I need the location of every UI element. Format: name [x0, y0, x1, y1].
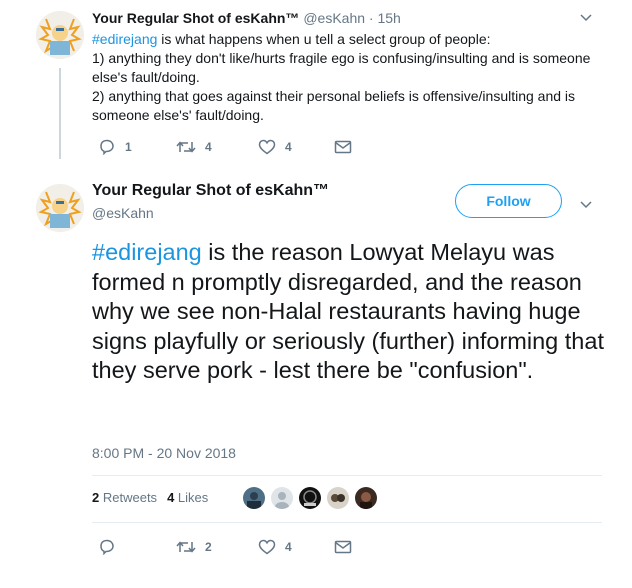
- retweet-count: 4: [205, 140, 212, 154]
- chevron-down-icon[interactable]: [580, 197, 592, 212]
- handle[interactable]: @esKahn: [303, 10, 365, 26]
- like-button[interactable]: 4: [258, 139, 334, 155]
- chevron-down-icon[interactable]: [580, 10, 592, 25]
- retweet-button[interactable]: 4: [176, 140, 258, 154]
- reply-icon: [98, 539, 116, 555]
- retweets-label: Retweets: [102, 490, 158, 505]
- liker-avatar[interactable]: [299, 487, 321, 509]
- tweet-time[interactable]: · 15h: [369, 10, 401, 26]
- message-icon: [334, 140, 352, 154]
- tweet-stats: 2 Retweets 4 Likes: [92, 490, 208, 505]
- retweets-stat[interactable]: 2 Retweets: [92, 490, 157, 505]
- avatar[interactable]: [36, 184, 84, 232]
- liker-avatar[interactable]: [327, 487, 349, 509]
- retweets-count: 2: [92, 490, 100, 505]
- message-icon: [334, 540, 352, 554]
- like-count: 4: [285, 140, 292, 154]
- liker-avatar[interactable]: [243, 487, 265, 509]
- reply-count: 1: [125, 140, 132, 154]
- message-button[interactable]: [334, 540, 352, 554]
- follow-button[interactable]: Follow: [455, 184, 562, 218]
- like-icon: [258, 139, 276, 155]
- like-icon: [258, 539, 276, 555]
- liker-avatars: [243, 487, 377, 509]
- like-count: 4: [285, 540, 292, 554]
- tweet-text: #edirejang is the reason Lowyat Melayu w…: [92, 238, 622, 386]
- retweet-icon: [176, 140, 196, 154]
- retweet-count: 2: [205, 540, 212, 554]
- thread-line: [59, 68, 61, 159]
- liker-avatar[interactable]: [355, 487, 377, 509]
- handle[interactable]: @esKahn: [92, 205, 154, 221]
- tweet-text: #edirejang is what happens when u tell a…: [92, 30, 592, 125]
- likes-stat[interactable]: 4 Likes: [167, 490, 208, 505]
- tweet-actions: 1 4 4: [98, 139, 352, 155]
- tweet-text-intro: is what happens when u tell a select gro…: [157, 31, 491, 47]
- reply-button[interactable]: [98, 539, 176, 555]
- tweet-timestamp[interactable]: 8:00 PM - 20 Nov 2018: [92, 445, 236, 461]
- retweet-icon: [176, 540, 196, 554]
- avatar[interactable]: [36, 11, 84, 59]
- display-name[interactable]: Your Regular Shot of esKahn™: [92, 182, 329, 200]
- display-name[interactable]: Your Regular Shot of esKahn™: [92, 10, 299, 26]
- tweet-actions: 2 4: [98, 539, 352, 555]
- liker-avatar[interactable]: [271, 487, 293, 509]
- hashtag-link[interactable]: #edirejang: [92, 239, 202, 265]
- hashtag-link[interactable]: #edirejang: [92, 31, 157, 47]
- divider: [92, 522, 602, 523]
- likes-count: 4: [167, 490, 175, 505]
- message-button[interactable]: [334, 140, 352, 154]
- tweet-text-line1: 1) anything they don't like/hurts fragil…: [92, 50, 591, 85]
- divider: [92, 475, 602, 476]
- tweet-header: Your Regular Shot of esKahn™ @esKahn · 1…: [92, 10, 401, 26]
- likes-label: Likes: [177, 490, 209, 505]
- reply-button[interactable]: 1: [98, 139, 176, 155]
- tweet-text-line2: 2) anything that goes against their pers…: [92, 88, 576, 123]
- retweet-button[interactable]: 2: [176, 540, 258, 554]
- reply-icon: [98, 139, 116, 155]
- like-button[interactable]: 4: [258, 539, 334, 555]
